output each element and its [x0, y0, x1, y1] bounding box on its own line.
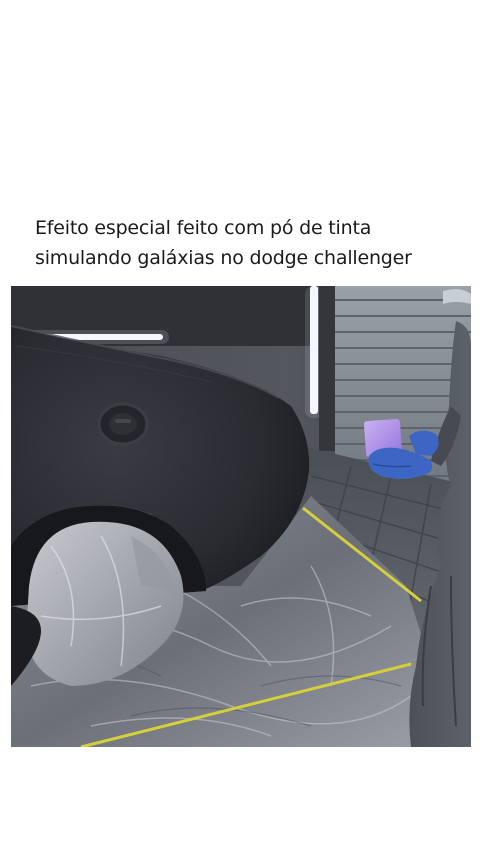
fuel-cap: [97, 402, 149, 446]
post-caption: Efeito especial feito com pó de tinta si…: [35, 213, 455, 273]
caption-line-1: Efeito especial feito com pó de tinta: [35, 217, 372, 239]
post-photo[interactable]: [11, 286, 471, 747]
caption-line-2: simulando galáxias no dodge challenger: [35, 247, 412, 269]
